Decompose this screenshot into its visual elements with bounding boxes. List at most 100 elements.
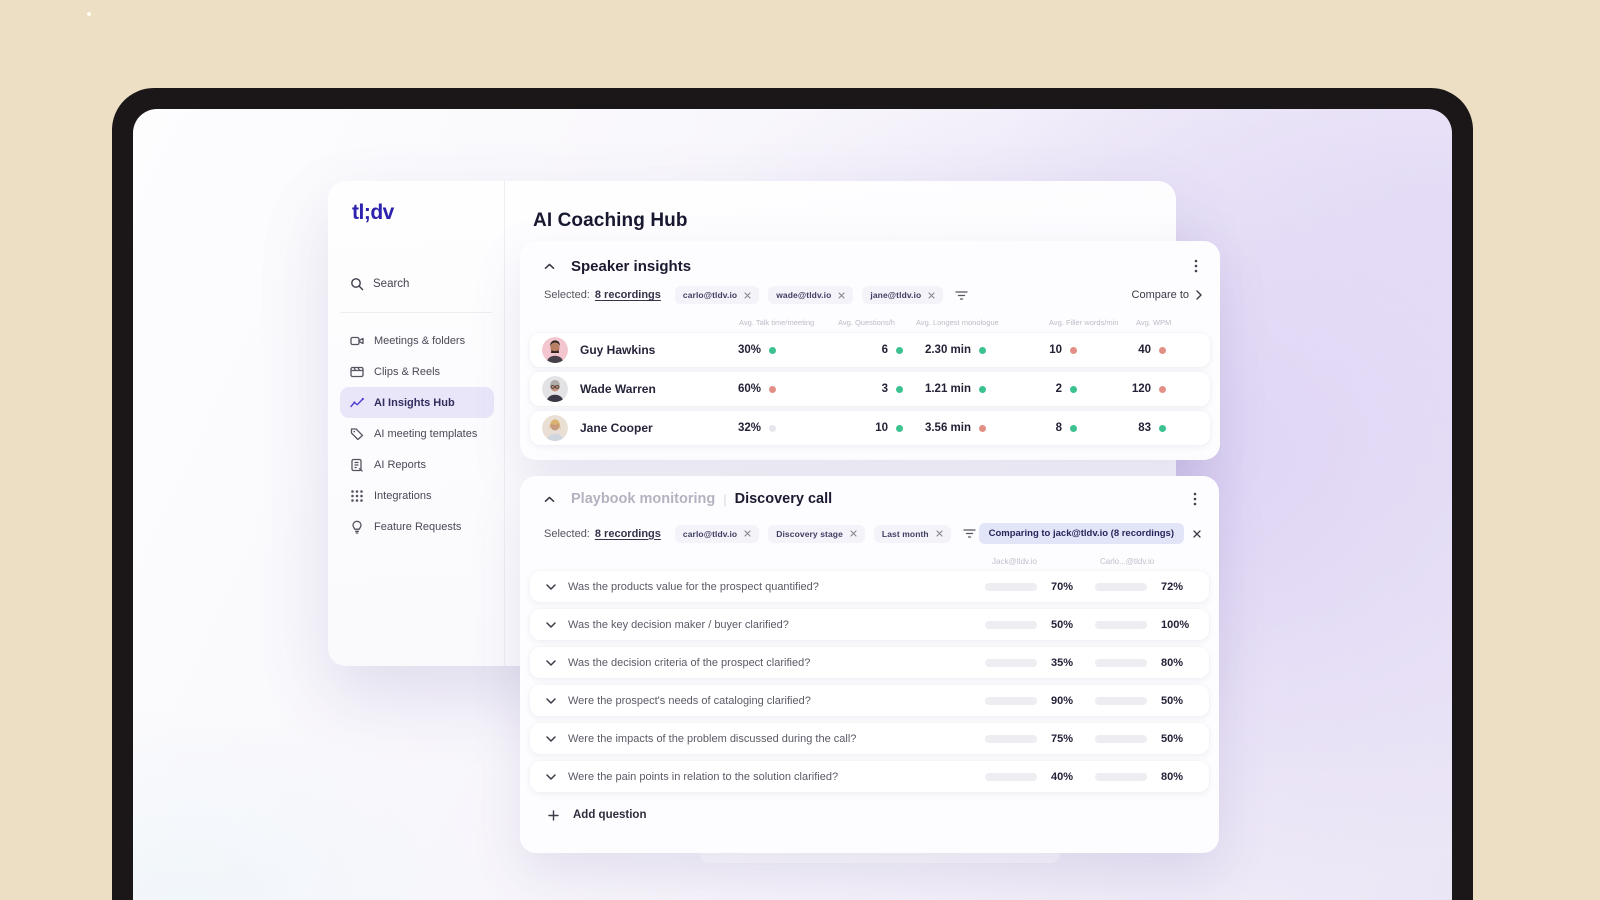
table-row[interactable]: Guy Hawkins 30% 6 2.30 min 10 40 [530,333,1210,367]
sidebar-nav: Meetings & folders Clips & Reels AI Insi… [340,325,494,542]
percent-left: 90% [1051,694,1074,707]
question-row[interactable]: Were the impacts of the problem discusse… [530,723,1209,754]
sidebar-item-feature-requests[interactable]: Feature Requests [340,511,494,542]
question-row[interactable]: Were the pain points in relation to the … [530,761,1209,792]
chip-jane[interactable]: jane@tldv.io [862,286,944,304]
chevron-down-icon[interactable] [546,773,556,780]
sidebar-item-ai-insights-hub[interactable]: AI Insights Hub [340,387,494,418]
chevron-down-icon[interactable] [546,735,556,742]
kebab-menu-icon[interactable] [1191,490,1199,508]
avatar [542,376,568,402]
selected-recordings-link[interactable]: 8 recordings [595,289,661,301]
percent-right: 80% [1161,656,1184,669]
sidebar-item-integrations[interactable]: Integrations [340,480,494,511]
percent-left: 70% [1051,580,1074,593]
collapse-chevron-up-icon[interactable] [544,263,555,270]
metric-value: 10 [875,422,888,434]
chip-label: carlo@tldv.io [682,290,738,300]
metric-cell: 2 [986,383,1077,395]
close-icon[interactable] [850,530,857,537]
metric-cell: 60% [712,383,776,395]
avatar [542,415,568,441]
percent-left: 35% [1051,656,1074,669]
sidebar-item-meetings-folders[interactable]: Meetings & folders [340,325,494,356]
sidebar-item-label: Clips & Reels [374,365,441,378]
close-icon[interactable] [744,530,751,537]
chip-label: jane@tldv.io [870,290,922,300]
metric-cell: 6 [776,344,903,356]
metric-cell: 1.21 min [903,383,986,395]
close-icon[interactable] [936,530,943,537]
search-button[interactable]: Search [350,273,490,295]
progress-bar-left [985,734,1037,743]
tag-icon [350,427,364,441]
sidebar-item-label: Feature Requests [374,520,462,533]
column-header-left: Jack@tldv.io [992,557,1037,566]
question-text: Was the key decision maker / buyer clari… [568,618,789,631]
question-row[interactable]: Was the products value for the prospect … [530,571,1209,602]
metric-cell: 120 [1077,383,1166,395]
table-row[interactable]: Wade Warren 60% 3 1.21 min 2 120 [530,372,1210,406]
metric-cell: 30% [712,344,776,356]
sidebar-item-label: AI Reports [374,458,426,471]
chevron-down-icon[interactable] [546,659,556,666]
add-question-button[interactable]: Add question [530,798,1209,832]
sidebar-item-clips-reels[interactable]: Clips & Reels [340,356,494,387]
column-header: Avg. WPM [1136,318,1172,327]
chip-wade[interactable]: wade@tldv.io [768,286,854,304]
question-text: Were the impacts of the problem discusse… [568,732,857,745]
collapse-chevron-up-icon[interactable] [544,496,555,503]
filter-icon[interactable] [955,290,968,301]
chip-carlo[interactable]: carlo@tldv.io [674,286,760,304]
column-header: Avg. Longest monologue [916,318,999,327]
metric-cell: 32% [712,422,776,434]
compare-to-button[interactable]: Compare to [1132,289,1202,301]
status-dot [1070,424,1077,432]
selected-recordings-link[interactable]: 8 recordings [595,528,661,540]
metric-value: 10 [1049,344,1062,356]
search-label: Search [373,278,410,290]
metric-value: 32% [737,422,761,434]
playbook-monitoring-card: Playbook monitoring | Discovery call Sel… [520,476,1219,853]
question-row[interactable]: Was the key decision maker / buyer clari… [530,609,1209,640]
status-dot [979,385,986,393]
chevron-down-icon[interactable] [546,583,556,590]
progress-bar-right [1095,658,1147,667]
chip-last-month[interactable]: Last month [873,524,951,543]
chip-discovery-stage[interactable]: Discovery stage [768,524,865,543]
progress-bar-left [985,696,1037,705]
status-dot [979,346,986,354]
comparing-chip[interactable]: Comparing to jack@tldv.io (8 recordings) [978,523,1201,544]
question-row[interactable]: Were the prospect's needs of cataloging … [530,685,1209,716]
close-icon[interactable] [838,291,845,299]
speaker-filters-row: Selected: 8 recordings carlo@tldv.io wad… [544,286,1202,304]
question-row[interactable]: Was the decision criteria of the prospec… [530,647,1209,678]
percent-right: 50% [1161,732,1184,745]
metric-value: 2.30 min [924,344,971,356]
kebab-menu-icon[interactable] [1192,257,1200,275]
chip-label: carlo@tldv.io [682,528,738,539]
table-row[interactable]: Jane Cooper 32% 10 3.56 min 8 83 [530,411,1210,445]
title-divider: | [723,491,727,507]
sidebar-item-label: AI Insights Hub [374,396,455,409]
percent-right: 80% [1161,770,1184,783]
sidebar-divider [504,181,505,666]
percent-right: 100% [1161,618,1190,631]
close-icon[interactable] [744,291,751,299]
background-speck [87,12,91,16]
status-dot [1159,385,1166,393]
sidebar-item-ai-meeting-templates[interactable]: AI meeting templates [340,418,494,449]
filter-chips: carlo@tldv.io wade@tldv.io jane@tldv.io [674,286,944,304]
sidebar-item-ai-reports[interactable]: AI Reports [340,449,494,480]
chevron-down-icon[interactable] [546,621,556,628]
metric-value: 60% [737,383,761,395]
sidebar-hairline [340,312,492,313]
close-icon[interactable] [928,291,935,299]
chevron-down-icon[interactable] [546,697,556,704]
filter-icon[interactable] [963,528,976,539]
person-name: Wade Warren [580,382,656,396]
selected-label: Selected: [544,289,590,301]
chip-carlo[interactable]: carlo@tldv.io [674,524,760,543]
progress-bar-right [1095,620,1147,629]
close-icon[interactable] [1193,529,1201,538]
